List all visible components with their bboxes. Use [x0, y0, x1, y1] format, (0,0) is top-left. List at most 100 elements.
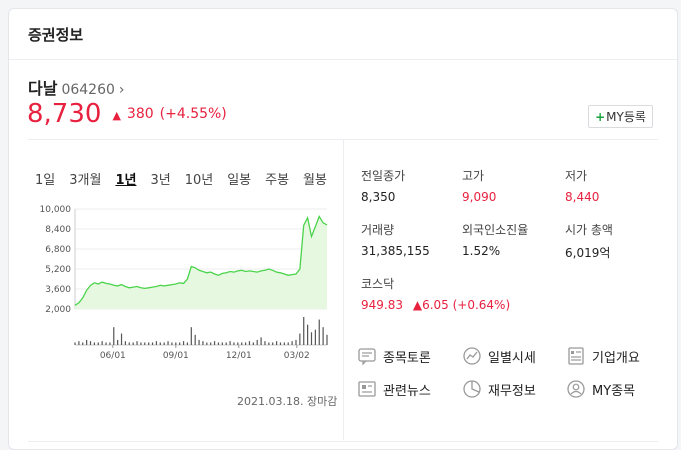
stat-value: 9,090 [462, 190, 497, 204]
up-arrow-icon: ▲ [112, 108, 121, 122]
volume-bar [159, 342, 161, 345]
volume-bar [291, 341, 293, 345]
volume-bar [101, 341, 103, 345]
plus-icon: + [595, 109, 606, 124]
up-arrow-icon: ▲ [412, 298, 423, 312]
y-tick-label: 5,200 [45, 265, 71, 275]
document-icon [568, 347, 584, 365]
price-chart[interactable]: 10,000 8,400 6,800 5,200 3,600 2,000 06/01 09/0… [29, 199, 329, 369]
volume-bar [256, 339, 258, 345]
volume-bar [322, 327, 324, 345]
volume-bar [128, 342, 130, 345]
volume-bar [221, 342, 223, 345]
stat-value: 8,350 [361, 190, 396, 204]
volume-bar [89, 341, 92, 345]
kosdaq-value-row: 949.83 ▲6.05 (+0.64%) [361, 298, 510, 312]
stat-market-cap: 시가 총액 6,019억 [565, 221, 613, 261]
volume-bar [198, 339, 200, 345]
stat-value: 6,019억 [565, 246, 611, 260]
volume-bar [182, 341, 185, 345]
volume-bar [303, 317, 305, 345]
menu-label: 종목토론 [383, 350, 431, 366]
volume-bar [120, 333, 123, 345]
volume-bar [136, 341, 138, 345]
menu-company-overview[interactable]: 기업개요 [566, 346, 640, 366]
volume-bar [97, 342, 99, 345]
news-icon [358, 381, 376, 397]
menu-label: 기업개요 [592, 350, 640, 366]
my-register-label: MY등록 [606, 110, 646, 124]
period-tab[interactable]: 일봉 [227, 169, 251, 188]
volume-bar [171, 342, 173, 345]
period-tab[interactable]: 주봉 [265, 169, 289, 188]
volume-bar [217, 342, 220, 345]
kosdaq-value: 949.83 [361, 298, 403, 312]
volume-bar [307, 324, 309, 345]
x-tick-label: 03/02 [284, 351, 310, 361]
menu-financials[interactable]: 재무정보 [462, 379, 536, 399]
period-tab-active[interactable]: 1년 [115, 169, 136, 188]
volume-bar [283, 342, 285, 345]
volume-bar [229, 341, 231, 345]
update-time: 2021.03.18. 장마감 [237, 395, 338, 408]
y-tick-label: 10,000 [40, 205, 72, 215]
volume-bar [175, 342, 177, 345]
menu-my-stocks[interactable]: MY종목 [566, 379, 635, 399]
stock-name-link[interactable]: 다날 064260 › [28, 75, 125, 99]
price-row: 8,730 ▲ 380 (+4.55%) [27, 99, 227, 129]
menu-daily-price[interactable]: 일별시세 [462, 346, 536, 366]
volume-bar [194, 334, 196, 345]
menu-label: 관련뉴스 [383, 383, 431, 399]
stat-label: 저가 [565, 169, 588, 183]
price-change-percent: (+4.55%) [159, 106, 227, 122]
my-register-button[interactable]: + MY등록 [588, 105, 653, 128]
volume-bar [155, 341, 158, 345]
volume-bar [206, 342, 208, 345]
divider-vertical [343, 140, 344, 440]
volume-bar [167, 341, 169, 345]
volume-bar [82, 342, 84, 345]
divider [28, 441, 658, 442]
volume-bar [241, 342, 243, 345]
volume-bar [268, 342, 270, 345]
stat-volume: 거래량 31,385,155 [361, 221, 430, 258]
volume-bar [86, 339, 88, 345]
volume-bar [287, 342, 289, 345]
x-tick-label: 06/01 [100, 351, 126, 361]
volume-bar [74, 342, 76, 345]
volume-bar [279, 342, 282, 345]
chevron-right-icon: › [118, 82, 125, 98]
period-tab[interactable]: 1일 [35, 169, 55, 188]
volume-bar [213, 341, 216, 345]
menu-related-news[interactable]: 관련뉴스 [357, 379, 431, 399]
price-area [75, 216, 327, 309]
menu-label: 재무정보 [488, 383, 536, 399]
menu-discussion[interactable]: 종목토론 [357, 346, 431, 366]
volume-bar [318, 319, 320, 345]
period-tab[interactable]: 10년 [185, 169, 214, 188]
volume-bar [113, 327, 115, 345]
volume-bar [78, 341, 80, 345]
volume-bar [314, 329, 316, 345]
card-header: 증권정보 [9, 9, 677, 60]
stat-value: 31,385,155 [361, 244, 430, 258]
menu-label: 일별시세 [488, 350, 536, 366]
stat-value: 1.52% [462, 244, 501, 258]
volume-bar [179, 342, 181, 345]
period-tab[interactable]: 3개월 [69, 169, 101, 188]
stat-low: 저가 8,440 [565, 167, 599, 204]
volume-bar [163, 342, 165, 345]
period-tab[interactable]: 3년 [150, 169, 170, 188]
menu-label: MY종목 [592, 383, 636, 399]
volume-bar [310, 332, 313, 345]
period-tab[interactable]: 월봉 [303, 169, 327, 188]
volume-bar [237, 342, 239, 345]
stat-kosdaq: 코스닥 949.83 ▲6.05 (+0.64%) [361, 275, 510, 312]
volume-bar [260, 337, 262, 345]
volume-bar [124, 341, 126, 345]
volume-bar [144, 342, 146, 345]
chart-line-icon [463, 347, 481, 365]
volume-bar [186, 342, 189, 345]
volume-bar [299, 333, 301, 345]
volume-bar [117, 339, 119, 345]
